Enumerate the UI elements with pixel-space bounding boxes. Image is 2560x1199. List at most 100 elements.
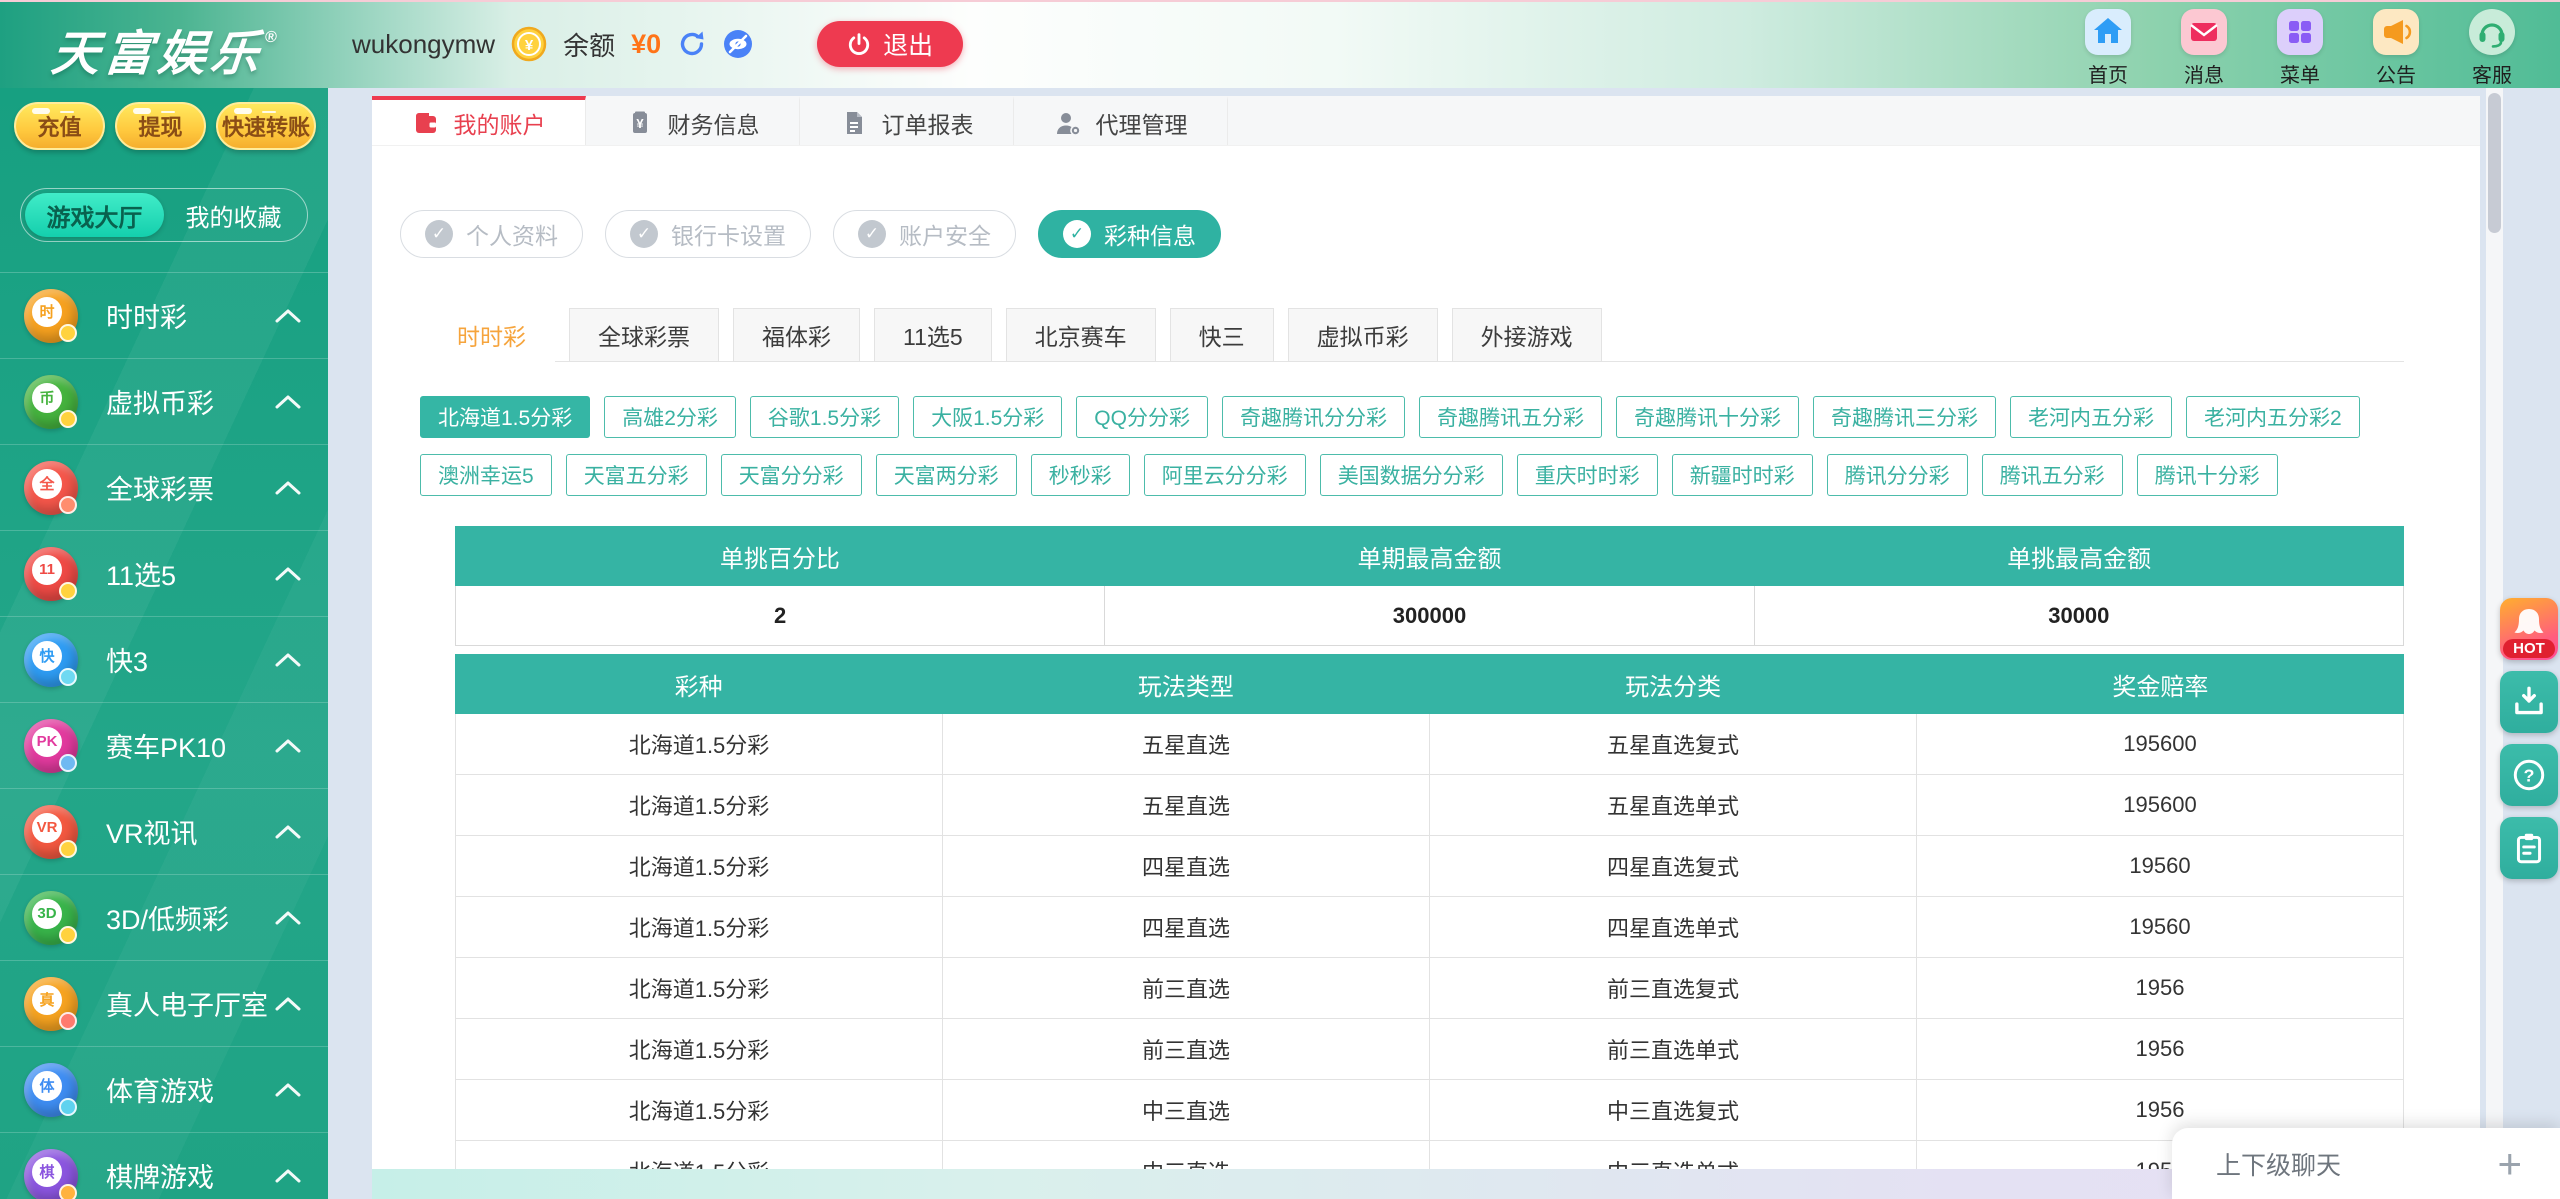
- logout-button[interactable]: 退出: [817, 21, 963, 67]
- lottery-ball-icon: 时: [24, 289, 78, 343]
- category-tab[interactable]: 福体彩: [733, 308, 860, 362]
- odds-table-header: 彩种 玩法类型 玩法分类 奖金赔率: [455, 654, 2404, 714]
- window-top-edge: [0, 0, 2560, 2]
- expand-chat-icon[interactable]: +: [2497, 1143, 2522, 1185]
- floating-buttons: HOT ?: [2500, 598, 2558, 879]
- lottery-button[interactable]: 天富两分彩: [876, 454, 1017, 496]
- quick-action-button[interactable]: 提现: [115, 102, 206, 150]
- agent-form-button[interactable]: [2500, 817, 2558, 879]
- lottery-button[interactable]: 重庆时时彩: [1517, 454, 1658, 496]
- sidebar-menu-item[interactable]: 币 虚拟币彩: [0, 359, 328, 445]
- nav-announcements[interactable]: 公告: [2362, 9, 2430, 88]
- step-pill[interactable]: ✓ 个人资料: [400, 210, 583, 258]
- lottery-button[interactable]: 大阪1.5分彩: [913, 396, 1062, 438]
- beauty-girl-icon: [2509, 604, 2549, 644]
- quick-action-button[interactable]: 快速转账: [216, 102, 316, 150]
- cell-play-category: 五星直选单式: [1429, 775, 1916, 835]
- nav-messages[interactable]: 消息: [2170, 9, 2238, 88]
- lottery-button[interactable]: 腾讯分分彩: [1827, 454, 1968, 496]
- category-tab[interactable]: 外接游戏: [1452, 308, 1602, 362]
- tab-agent-management[interactable]: 代理管理: [1014, 96, 1228, 145]
- lottery-button[interactable]: 高雄2分彩: [604, 396, 736, 438]
- tab-my-account[interactable]: 我的账户: [372, 96, 586, 145]
- lottery-ball-icon: 全: [24, 461, 78, 515]
- lottery-button[interactable]: 阿里云分分彩: [1144, 454, 1306, 496]
- category-tab[interactable]: 快三: [1170, 308, 1274, 362]
- odds-header-cell: 玩法分类: [1430, 654, 1917, 714]
- sidebar-menu-item[interactable]: PK 赛车PK10: [0, 703, 328, 789]
- sidebar-menu-item[interactable]: 时 时时彩: [0, 273, 328, 359]
- lottery-ball-icon: 真: [24, 977, 78, 1031]
- hide-balance-eye-icon[interactable]: [723, 29, 753, 59]
- step-pill[interactable]: ✓ 账户安全: [833, 210, 1016, 258]
- step-pill[interactable]: ✓ 彩种信息: [1038, 210, 1221, 258]
- nav-menu[interactable]: 菜单: [2266, 9, 2334, 88]
- lottery-button[interactable]: 北海道1.5分彩: [420, 396, 590, 438]
- sidebar-menu-item[interactable]: 3D 3D/低频彩: [0, 875, 328, 961]
- sidebar-menu-item[interactable]: 棋 棋牌游戏: [0, 1133, 328, 1199]
- sidebar-menu-item[interactable]: 11 11选5: [0, 531, 328, 617]
- chevron-up-icon: [274, 565, 302, 582]
- category-tab[interactable]: 11选5: [874, 308, 992, 362]
- lottery-button[interactable]: 奇趣腾讯三分彩: [1813, 396, 1996, 438]
- lottery-button[interactable]: 天富分分彩: [721, 454, 862, 496]
- cell-play-category: 中三直选复式: [1429, 1080, 1916, 1140]
- sidebar-menu-item[interactable]: 全 全球彩票: [0, 445, 328, 531]
- hot-badge: HOT: [2503, 639, 2555, 658]
- cell-lottery: 北海道1.5分彩: [456, 836, 942, 896]
- category-tab[interactable]: 北京赛车: [1006, 308, 1156, 362]
- cell-lottery: 北海道1.5分彩: [456, 775, 942, 835]
- account-steps: ✓ 个人资料 ✓ 银行卡设置 ✓ 账户安全 ✓ 彩种信息: [400, 210, 2480, 258]
- chevron-up-icon: [274, 995, 302, 1012]
- lottery-button[interactable]: 奇趣腾讯十分彩: [1616, 396, 1799, 438]
- refresh-balance-icon[interactable]: [677, 29, 707, 59]
- odds-header-cell: 玩法类型: [942, 654, 1429, 714]
- svg-text:¥: ¥: [525, 37, 534, 54]
- sidebar-menu-item[interactable]: 快 快3: [0, 617, 328, 703]
- lottery-button[interactable]: 奇趣腾讯五分彩: [1419, 396, 1602, 438]
- sidebar-menu-item[interactable]: VR VR视讯: [0, 789, 328, 875]
- tab-finance-info[interactable]: ¥ 财务信息: [586, 96, 800, 145]
- beauty-service-button[interactable]: HOT: [2500, 598, 2558, 660]
- sidebar-menu-item[interactable]: 真 真人电子厅室: [0, 961, 328, 1047]
- sidebar-tab[interactable]: 游戏大厅: [25, 193, 164, 237]
- lottery-button[interactable]: 秒秒彩: [1031, 454, 1130, 496]
- lottery-ball-icon: 棋: [24, 1149, 78, 1199]
- sidebar-tab[interactable]: 我的收藏: [164, 193, 303, 237]
- odds-table-body: 北海道1.5分彩 五星直选 五星直选复式 195600 北海道1.5分彩 五星直…: [455, 714, 2404, 1199]
- download-app-button[interactable]: [2500, 671, 2558, 733]
- home-icon: [2085, 9, 2131, 55]
- scrollbar-thumb[interactable]: [2488, 93, 2501, 233]
- step-pill[interactable]: ✓ 银行卡设置: [605, 210, 811, 258]
- nav-home[interactable]: 首页: [2074, 9, 2142, 88]
- sidebar-menu-item[interactable]: 体 体育游戏: [0, 1047, 328, 1133]
- table-row: 北海道1.5分彩 前三直选 前三直选单式 1956: [455, 1019, 2404, 1080]
- lottery-button[interactable]: 腾讯十分彩: [2137, 454, 2278, 496]
- lottery-button[interactable]: 美国数据分分彩: [1320, 454, 1503, 496]
- cell-play-category: 前三直选单式: [1429, 1019, 1916, 1079]
- cell-odds: 19560: [1916, 897, 2403, 957]
- lottery-button[interactable]: 腾讯五分彩: [1982, 454, 2123, 496]
- balance-value: ¥0: [631, 29, 661, 60]
- lottery-button[interactable]: 奇趣腾讯分分彩: [1222, 396, 1405, 438]
- table-row: 北海道1.5分彩 四星直选 四星直选复式 19560: [455, 836, 2404, 897]
- help-button[interactable]: ?: [2500, 744, 2558, 806]
- category-tab[interactable]: 虚拟币彩: [1288, 308, 1438, 362]
- lottery-button[interactable]: 谷歌1.5分彩: [750, 396, 899, 438]
- category-tab[interactable]: 时时彩: [428, 308, 555, 362]
- lottery-button[interactable]: 新疆时时彩: [1672, 454, 1813, 496]
- nav-customer-service[interactable]: 客服: [2458, 9, 2526, 88]
- coin-icon: ¥: [511, 26, 547, 62]
- lottery-button[interactable]: 老河内五分彩2: [2186, 396, 2360, 438]
- lottery-button[interactable]: QQ分分彩: [1076, 396, 1208, 438]
- chevron-up-icon: [274, 307, 302, 324]
- quick-action-button[interactable]: 充值: [14, 102, 105, 150]
- tab-order-reports[interactable]: 订单报表: [800, 96, 1014, 145]
- subordinate-chat-bar[interactable]: 上下级聊天 +: [2172, 1128, 2560, 1199]
- category-tab[interactable]: 全球彩票: [569, 308, 719, 362]
- cell-odds: 19560: [1916, 836, 2403, 896]
- button-gloss: [133, 108, 151, 114]
- lottery-button[interactable]: 澳洲幸运5: [420, 454, 552, 496]
- lottery-button[interactable]: 天富五分彩: [566, 454, 707, 496]
- lottery-button[interactable]: 老河内五分彩: [2010, 396, 2172, 438]
